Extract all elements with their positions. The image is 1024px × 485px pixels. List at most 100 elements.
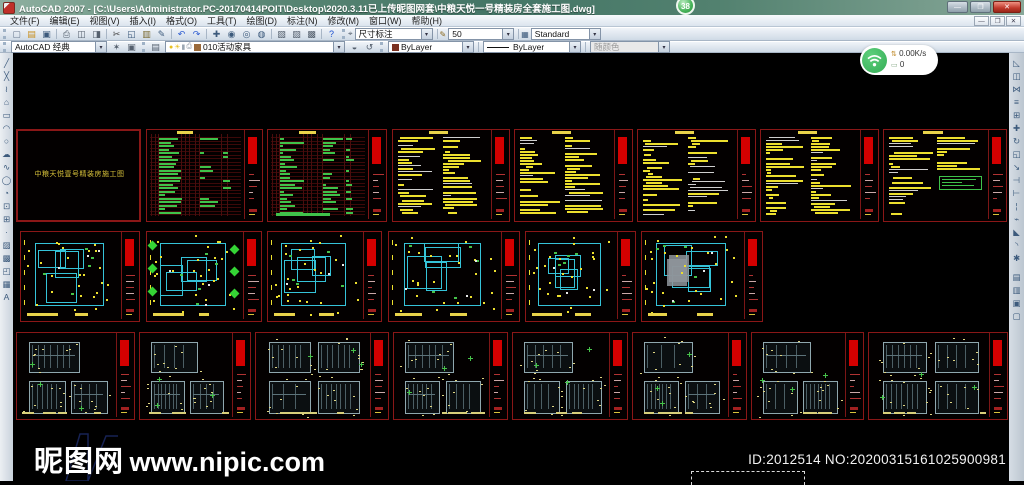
chevron-down-icon[interactable]: ▾ bbox=[421, 29, 432, 39]
sheet-plan[interactable] bbox=[267, 231, 382, 322]
toolbar-button-draworder-above[interactable]: ▣ bbox=[1011, 296, 1023, 309]
toolbar-button-construction-line[interactable]: ╳ bbox=[1, 69, 13, 82]
toolbar-button-zoom-previous[interactable]: ◍ bbox=[254, 28, 269, 40]
sheet-elev[interactable] bbox=[16, 332, 135, 420]
close-button[interactable]: ✕ bbox=[993, 1, 1021, 13]
sheet-elev[interactable] bbox=[255, 332, 389, 420]
mdi-restore-button[interactable]: ❐ bbox=[990, 16, 1005, 26]
sheet-plan[interactable] bbox=[388, 231, 520, 322]
toolbar-grip[interactable] bbox=[142, 42, 145, 52]
drawing-canvas[interactable]: 中粮天悦壹号精装房施工图 bbox=[13, 53, 1009, 481]
toolbar-button-save[interactable]: ▣ bbox=[39, 28, 54, 40]
chevron-down-icon[interactable]: ▾ bbox=[95, 42, 106, 52]
toolbar-button-scale[interactable]: ◱ bbox=[1011, 147, 1023, 160]
sheet-elev[interactable] bbox=[868, 332, 1008, 420]
layer-properties-button[interactable]: ▤ bbox=[148, 41, 163, 53]
toolbar-button-match-properties[interactable]: ✎ bbox=[154, 28, 169, 40]
menu-item-11[interactable]: 帮助(H) bbox=[407, 14, 448, 27]
mdi-close-button[interactable]: ✕ bbox=[1006, 16, 1021, 26]
toolbar-button-new[interactable]: ▢ bbox=[9, 28, 24, 40]
menu-item-6[interactable]: 工具(T) bbox=[202, 14, 242, 27]
sheet-plan[interactable] bbox=[20, 231, 140, 322]
toolbar-button-open[interactable]: ▤ bbox=[24, 28, 39, 40]
toolbar-grip[interactable] bbox=[380, 42, 383, 52]
toolbar-button-break[interactable]: ⌁ bbox=[1011, 212, 1023, 225]
toolbar-button-draworder-back[interactable]: ▥ bbox=[1011, 283, 1023, 296]
toolbar-button-hatch[interactable]: ▨ bbox=[1, 238, 13, 251]
toolbar-button-rotate[interactable]: ↻ bbox=[1011, 134, 1023, 147]
toolbar-grip[interactable] bbox=[3, 29, 6, 39]
toolbar-button-cut[interactable]: ✂ bbox=[109, 28, 124, 40]
toolbar-button-ellipse[interactable]: ◯ bbox=[1, 173, 13, 186]
menu-item-1[interactable]: 文件(F) bbox=[5, 14, 45, 27]
chevron-down-icon[interactable]: ▾ bbox=[462, 42, 473, 52]
chevron-down-icon[interactable]: ▾ bbox=[333, 42, 344, 52]
chevron-down-icon[interactable]: ▾ bbox=[569, 42, 580, 52]
toolbar-button-chamfer[interactable]: ◣ bbox=[1011, 225, 1023, 238]
chevron-down-icon[interactable]: ▾ bbox=[502, 29, 513, 39]
toolbar-button-break-at-point[interactable]: ¦ bbox=[1011, 199, 1023, 212]
dim-style-dropdown[interactable]: 尺寸标注 ▾ bbox=[355, 28, 433, 40]
toolbar-button-table[interactable]: ▦ bbox=[1, 277, 13, 290]
toolbar-button-undo[interactable]: ↶ bbox=[174, 28, 189, 40]
toolbar-button-erase[interactable]: ◺ bbox=[1011, 56, 1023, 69]
toolbar-button-multiline-text[interactable]: A bbox=[1, 290, 13, 303]
toolbar-button-spline[interactable]: ∿ bbox=[1, 160, 13, 173]
toolbar-button-circle[interactable]: ○ bbox=[1, 134, 13, 147]
toolbar-button-draworder-under[interactable]: ▢ bbox=[1011, 309, 1023, 322]
toolbar-button-array[interactable]: ⊞ bbox=[1011, 108, 1023, 121]
toolbar-button-plot[interactable]: ⎙ bbox=[59, 28, 74, 40]
toolbar-button-line[interactable]: ╱ bbox=[1, 56, 13, 69]
toolbar-button-designcenter[interactable]: ▨ bbox=[289, 28, 304, 40]
menu-item-2[interactable]: 编辑(E) bbox=[45, 14, 85, 27]
table-style-dropdown[interactable]: Standard ▾ bbox=[531, 28, 601, 40]
chevron-down-icon[interactable]: ▾ bbox=[589, 29, 600, 39]
toolbar-button-zoom-realtime[interactable]: ◉ bbox=[224, 28, 239, 40]
toolbar-button-extend[interactable]: ⊢ bbox=[1011, 186, 1023, 199]
toolbar-button-offset[interactable]: ≡ bbox=[1011, 95, 1023, 108]
sheet-table[interactable] bbox=[146, 129, 263, 222]
toolbar-button-stretch[interactable]: ↘ bbox=[1011, 160, 1023, 173]
sheet-elev[interactable] bbox=[751, 332, 864, 420]
toolbar-button-pan[interactable]: ✚ bbox=[209, 28, 224, 40]
toolbar-button-rectangle[interactable]: ▭ bbox=[1, 108, 13, 121]
layer-dropdown[interactable]: ●☀▮⎙ 010活动家具 ▾ bbox=[165, 41, 345, 53]
toolbar-grip[interactable] bbox=[342, 29, 345, 39]
toolbar-button-properties[interactable]: ▧ bbox=[274, 28, 289, 40]
toolbar-button-ellipse-arc[interactable]: ◔ bbox=[1, 186, 13, 199]
sheet-spec[interactable] bbox=[392, 129, 510, 222]
toolbar-button-mirror[interactable]: ⋈ bbox=[1011, 82, 1023, 95]
sheet-elev[interactable] bbox=[632, 332, 747, 420]
restore-button[interactable]: ❐ bbox=[970, 1, 991, 13]
toolbar-button-zoom-window[interactable]: ◎ bbox=[239, 28, 254, 40]
toolbar-button-publish[interactable]: ◨ bbox=[89, 28, 104, 40]
net-speed-widget[interactable]: ⇅ 0.00K/s ▭ 0 bbox=[860, 45, 938, 75]
toolbar-button-polygon[interactable]: ⌂ bbox=[1, 95, 13, 108]
toolbar-button-point[interactable]: · bbox=[1, 225, 13, 238]
sheet-spec[interactable] bbox=[760, 129, 879, 222]
toolbar-button-arc[interactable]: ◠ bbox=[1, 121, 13, 134]
menu-item-8[interactable]: 标注(N) bbox=[282, 14, 323, 27]
toolbar-button-tool-palettes[interactable]: ▩ bbox=[304, 28, 319, 40]
linetype-control-dropdown[interactable]: ByLayer ▾ bbox=[483, 41, 581, 53]
menu-item-5[interactable]: 格式(O) bbox=[161, 14, 202, 27]
menu-item-4[interactable]: 插入(I) bbox=[125, 14, 162, 27]
toolbar-button-polyline[interactable]: ≀ bbox=[1, 82, 13, 95]
minimize-button[interactable]: — bbox=[947, 1, 968, 13]
sheet-cover[interactable]: 中粮天悦壹号精装房施工图 bbox=[16, 129, 141, 222]
menu-item-3[interactable]: 视图(V) bbox=[85, 14, 125, 27]
menu-item-10[interactable]: 窗口(W) bbox=[364, 14, 407, 27]
sheet-spec[interactable] bbox=[637, 129, 756, 222]
toolbar-button-revision-cloud[interactable]: ☁ bbox=[1, 147, 13, 160]
toolbar-button-workspace-save[interactable]: ▣ bbox=[124, 41, 139, 53]
sheet-pland[interactable] bbox=[146, 231, 262, 322]
mdi-minimize-button[interactable]: — bbox=[974, 16, 989, 26]
toolbar-button-make-object-layer-current[interactable]: ◒ bbox=[347, 41, 362, 53]
sheet-specg[interactable] bbox=[883, 129, 1007, 222]
toolbar-button-region[interactable]: ◰ bbox=[1, 264, 13, 277]
sheet-elev[interactable] bbox=[139, 332, 251, 420]
sheet-table[interactable] bbox=[267, 129, 387, 222]
toolbar-button-trim[interactable]: ⊣ bbox=[1011, 173, 1023, 186]
text-height-dropdown[interactable]: 50 ▾ bbox=[448, 28, 514, 40]
toolbar-button-paste[interactable]: ▥ bbox=[139, 28, 154, 40]
